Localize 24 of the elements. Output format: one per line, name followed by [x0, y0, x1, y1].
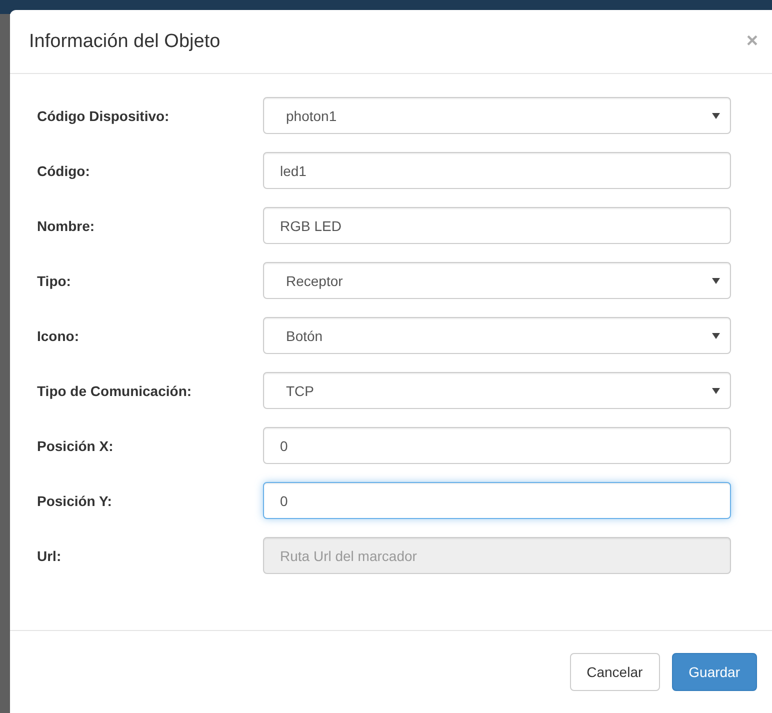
select-field[interactable]: Receptor: [263, 262, 731, 299]
field-label: Posición Y:: [37, 492, 113, 508]
caret-icon: [712, 388, 720, 394]
field-label: Posición X:: [37, 438, 114, 454]
field-label: Tipo:: [37, 272, 72, 288]
input-field[interactable]: RGB LED: [263, 207, 731, 244]
field-label: Código:: [37, 162, 91, 178]
field-label: Código Dispositivo:: [37, 108, 170, 124]
save-button[interactable]: Guardar: [672, 653, 757, 691]
caret-icon: [712, 278, 720, 284]
input-field[interactable]: 0: [263, 427, 731, 464]
modal-title: Información del Objeto: [29, 30, 220, 52]
caret-icon: [712, 332, 720, 338]
select-field[interactable]: TCP: [263, 372, 731, 409]
select-field[interactable]: photon1: [263, 97, 731, 134]
select-field[interactable]: Botón: [263, 317, 731, 354]
field-label: Nombre:: [37, 218, 96, 234]
caret-icon: [712, 112, 720, 118]
field-label: Url:: [37, 548, 62, 564]
cancel-button[interactable]: Cancelar: [570, 653, 660, 691]
field-label: Icono:: [37, 328, 80, 344]
field-label: Tipo de Comunicación:: [37, 382, 193, 398]
input-field[interactable]: led1: [263, 152, 731, 189]
input-field[interactable]: 0: [263, 482, 731, 519]
